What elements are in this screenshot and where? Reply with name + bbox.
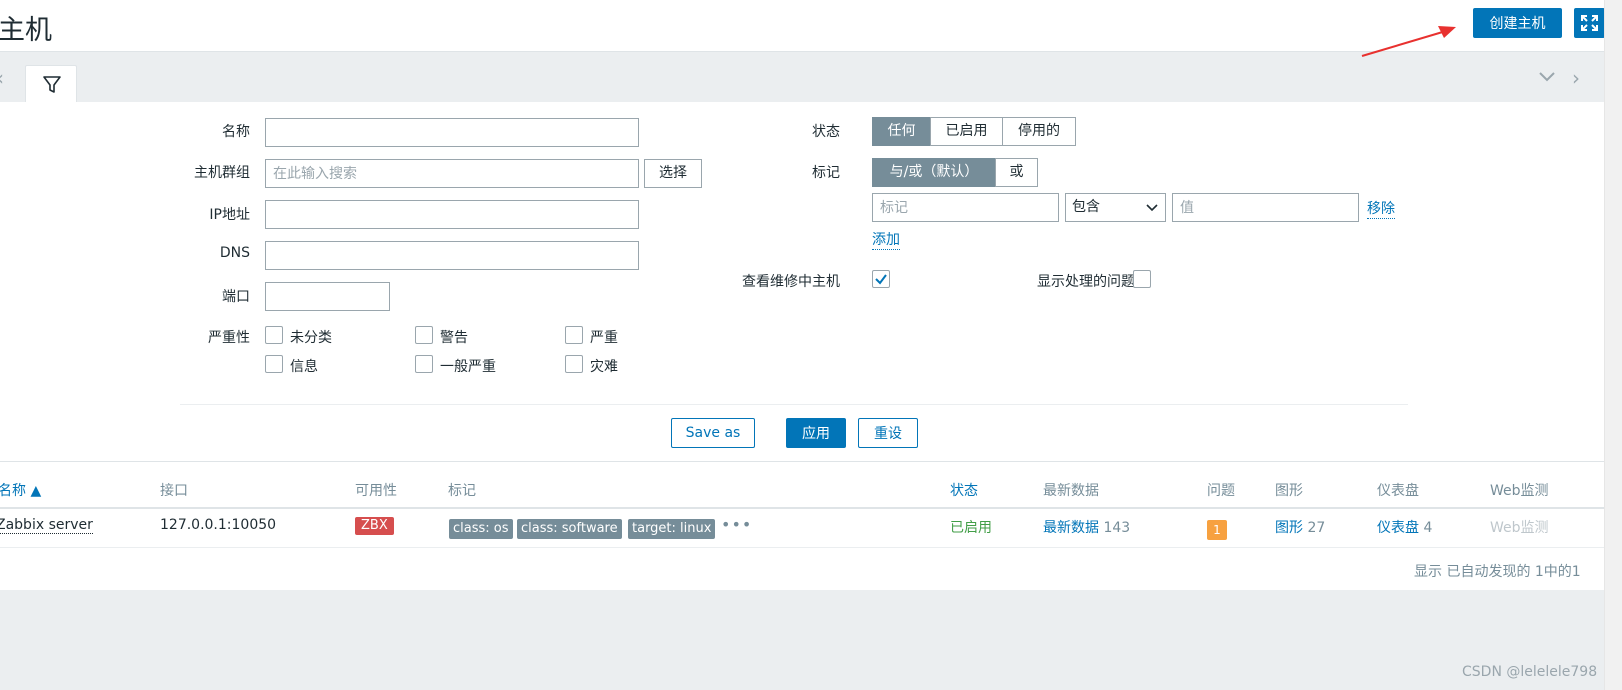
latest-data-count: 143 [1103, 520, 1131, 536]
graphs-link[interactable]: 图形 [1275, 520, 1303, 536]
severity-checkbox-not-classified[interactable] [265, 326, 283, 344]
tag-badge[interactable]: class: software [517, 519, 622, 539]
hosts-table: 名称 ▲ 接口 可用性 标记 状态 最新数据 问题 图形 仪表盘 Web监测 Z… [0, 462, 1604, 590]
status-option-disabled[interactable]: 停用的 [1002, 117, 1076, 146]
port-input[interactable] [265, 282, 390, 311]
tags-label: 标记 [812, 165, 840, 181]
table-header-divider [0, 507, 1604, 509]
severity-checkbox-warning[interactable] [415, 326, 433, 344]
column-header-graphs: 图形 [1275, 483, 1303, 499]
row-divider [0, 547, 1604, 548]
status-label: 状态 [812, 124, 840, 140]
severity-checkbox-high[interactable] [565, 326, 583, 344]
column-header-availability: 可用性 [355, 483, 397, 499]
column-header-problems: 问题 [1207, 483, 1235, 499]
fullscreen-icon [1581, 15, 1598, 31]
severity-checkbox-average[interactable] [415, 355, 433, 373]
apply-button[interactable]: 应用 [786, 418, 846, 448]
graphs-cell: 图形 27 [1275, 517, 1325, 537]
dashboards-count: 4 [1423, 520, 1433, 536]
dns-label: DNS [219, 245, 250, 261]
status-option-any[interactable]: 任何 [872, 117, 931, 146]
host-interface: 127.0.0.1:10050 [160, 517, 277, 533]
page-title: 主机 [0, 15, 52, 46]
name-input[interactable] [265, 118, 639, 147]
column-header-dashboards: 仪表盘 [1377, 483, 1419, 499]
column-header-tags: 标记 [448, 483, 476, 499]
severity-label-average: 一般严重 [440, 359, 496, 375]
vertical-scrollbar[interactable] [1604, 0, 1622, 690]
save-as-button[interactable]: Save as [671, 418, 755, 448]
tag-operator-value: 包含 [1072, 199, 1100, 215]
column-header-name[interactable]: 名称 ▲ [0, 480, 41, 500]
column-header-status[interactable]: 状态 [950, 480, 978, 500]
latest-data-cell: 最新数据 143 [1043, 517, 1130, 537]
table-footer-count: 显示 已自动发现的 1中的1 [1414, 564, 1581, 580]
host-groups-label: 主机群组 [194, 165, 250, 181]
fullscreen-button[interactable] [1574, 8, 1605, 38]
dashboards-cell: 仪表盘 4 [1377, 517, 1432, 537]
select-host-groups-button[interactable]: 选择 [644, 159, 702, 188]
tag-name-input[interactable] [872, 193, 1059, 222]
column-header-web: Web监测 [1490, 483, 1549, 499]
show-suppressed-label: 显示处理的问题 [1037, 274, 1135, 290]
severity-label-warning: 警告 [440, 330, 468, 346]
severity-label-high: 严重 [590, 330, 618, 346]
severity-label: 严重性 [208, 330, 250, 346]
filter-tabbar: ‹ › [0, 52, 1604, 103]
host-status[interactable]: 已启用 [950, 517, 992, 537]
reset-button[interactable]: 重设 [858, 418, 918, 448]
tag-eval-and-or[interactable]: 与/或（默认） [872, 158, 996, 187]
problem-count-badge[interactable]: 1 [1207, 520, 1227, 540]
watermark: CSDN @lelelele798 [1462, 664, 1598, 680]
page-header: 主机 创建主机 [0, 0, 1605, 57]
tag-badge[interactable]: class: os [449, 519, 513, 539]
tag-badge[interactable]: target: linux [628, 519, 716, 539]
add-tag-link[interactable]: 添加 [872, 229, 900, 250]
column-header-latest-data: 最新数据 [1043, 483, 1099, 499]
host-name-link[interactable]: Zabbix server [0, 517, 93, 534]
tag-value-input[interactable] [1172, 193, 1359, 222]
filter-icon [43, 76, 61, 93]
status-option-enabled[interactable]: 已启用 [930, 117, 1003, 146]
more-tags-icon[interactable]: ••• [721, 515, 752, 534]
tag-operator-select[interactable]: 包含 [1065, 193, 1166, 222]
graphs-count: 27 [1307, 520, 1326, 536]
latest-data-link[interactable]: 最新数据 [1043, 520, 1099, 536]
show-suppressed-checkbox[interactable] [1133, 270, 1151, 288]
show-maintenance-label: 查看维修中主机 [742, 274, 840, 290]
dashboards-link[interactable]: 仪表盘 [1377, 520, 1419, 536]
chevron-down-icon[interactable] [1537, 70, 1557, 84]
show-maintenance-checkbox[interactable] [872, 270, 890, 288]
ip-input[interactable] [265, 200, 639, 229]
tag-eval-or[interactable]: 或 [995, 158, 1038, 187]
web-monitoring: Web监测 [1490, 520, 1549, 536]
chevron-right-icon[interactable]: › [1572, 66, 1580, 90]
filter-panel: 名称 主机群组 选择 IP地址 DNS 端口 严重性 未分类 警告 严重 信息 … [0, 102, 1604, 462]
port-label: 端口 [222, 289, 250, 305]
severity-label-disaster: 灾难 [590, 359, 618, 375]
remove-tag-link[interactable]: 移除 [1367, 198, 1395, 219]
filter-tab[interactable] [25, 65, 77, 103]
column-header-interface: 接口 [160, 483, 188, 499]
filter-divider [180, 404, 1408, 405]
severity-label-not-classified: 未分类 [290, 330, 332, 346]
name-label: 名称 [222, 124, 250, 140]
checkmark-icon [875, 274, 887, 285]
chevron-down-icon [1146, 204, 1158, 212]
severity-checkbox-disaster[interactable] [565, 355, 583, 373]
ip-label: IP地址 [209, 207, 250, 223]
create-host-button[interactable]: 创建主机 [1473, 8, 1562, 38]
severity-checkbox-information[interactable] [265, 355, 283, 373]
host-groups-input[interactable] [265, 159, 639, 188]
severity-label-information: 信息 [290, 359, 318, 375]
dns-input[interactable] [265, 241, 639, 270]
chevron-left-icon[interactable]: ‹ [0, 66, 4, 90]
availability-badge[interactable]: ZBX [355, 517, 394, 535]
